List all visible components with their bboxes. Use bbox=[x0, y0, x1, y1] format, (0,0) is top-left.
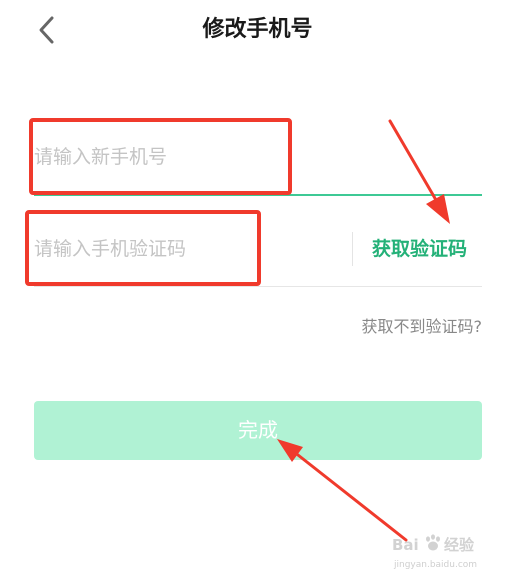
annotation-overlay bbox=[277, 119, 450, 542]
baidu-jingyan-watermark-logo: Bai 经验 bbox=[392, 534, 475, 554]
code-help-link[interactable]: 获取不到验证码? bbox=[362, 313, 483, 341]
page-title: 修改手机号 bbox=[202, 17, 313, 42]
field-divider bbox=[352, 232, 353, 266]
watermark-url: jingyan.baidu.com bbox=[394, 560, 478, 570]
svg-text:经验: 经验 bbox=[444, 536, 475, 554]
verification-code-input[interactable] bbox=[34, 229, 334, 269]
phone-input-underline bbox=[34, 194, 482, 196]
code-input-underline bbox=[34, 286, 482, 287]
done-button[interactable]: 完成 bbox=[34, 401, 482, 460]
new-phone-input[interactable] bbox=[34, 137, 474, 177]
svg-text:Bai: Bai bbox=[392, 536, 419, 554]
get-code-button[interactable]: 获取验证码 bbox=[372, 229, 467, 269]
